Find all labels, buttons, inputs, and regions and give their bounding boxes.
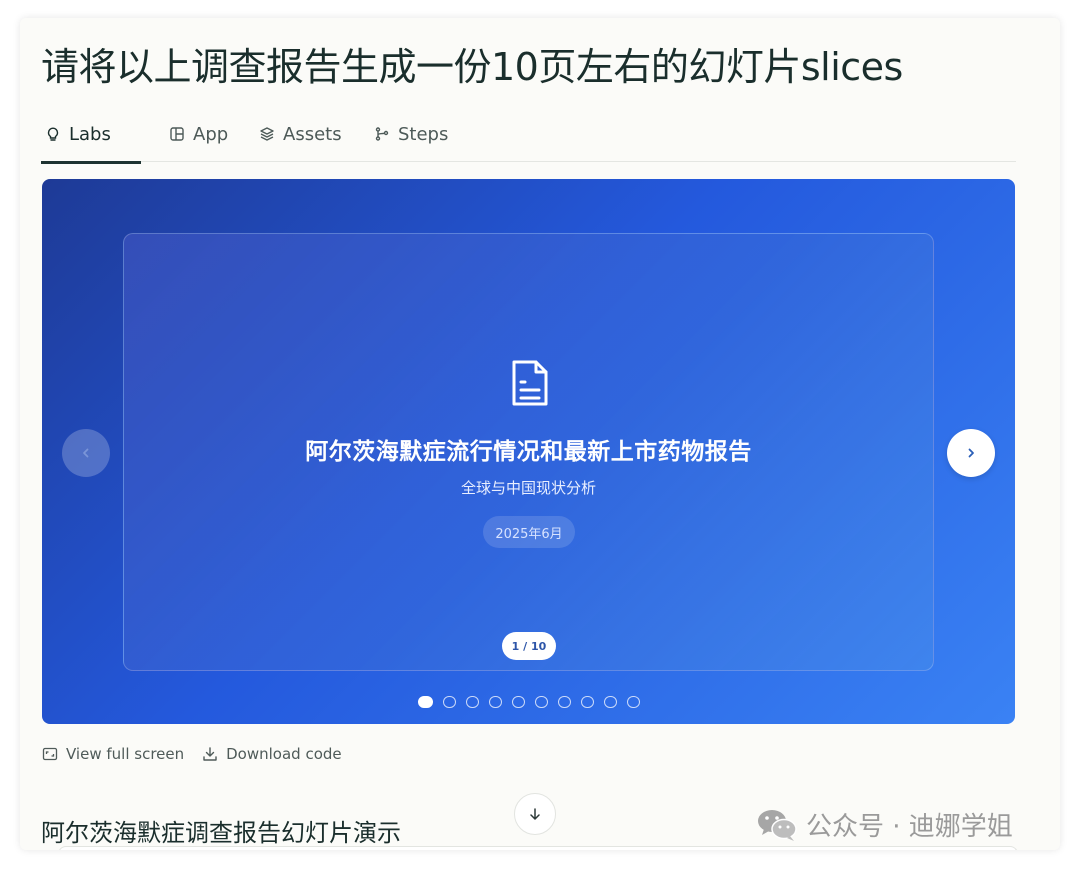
chat-input-edge [58, 846, 1018, 850]
previous-slide-button[interactable] [62, 429, 110, 477]
slide-dot-8[interactable] [581, 696, 594, 708]
slide-date-badge: 2025年6月 [483, 516, 575, 548]
watermark-text: 公众号 · 迪娜学姐 [806, 812, 1013, 842]
tab-labs[interactable]: Labs [41, 114, 141, 164]
main-card: 请将以上调查报告生成一份10页左右的幻灯片slices Labs App Ass… [20, 18, 1060, 850]
tab-assets-label: Assets [283, 123, 342, 145]
app-layout-icon [170, 127, 184, 141]
slide-dot-3[interactable] [466, 696, 479, 708]
slide-dot-6[interactable] [535, 696, 548, 708]
lightbulb-icon [47, 127, 59, 141]
tab-app[interactable]: App [169, 114, 228, 154]
wechat-icon [758, 809, 797, 841]
download-code-label: Download code [226, 745, 342, 763]
slide-dot-4[interactable] [489, 696, 502, 708]
chevron-right-icon [968, 448, 974, 458]
download-icon [203, 747, 217, 761]
slide-title: 阿尔茨海默症流行情况和最新上市药物报告 [305, 439, 752, 465]
watermark: 公众号 · 迪娜学姐 [756, 806, 1013, 843]
slide-dot-10[interactable] [627, 696, 640, 708]
tab-bar: Labs App Assets Steps [41, 106, 1016, 164]
view-full-screen-button[interactable]: View full screen [42, 745, 184, 763]
slide-dot-5[interactable] [512, 696, 525, 708]
tab-assets[interactable]: Assets [259, 114, 342, 154]
download-code-button[interactable]: Download code [202, 745, 342, 763]
fullscreen-icon [42, 747, 58, 761]
active-tab-indicator [41, 161, 141, 164]
slide-dot-7[interactable] [558, 696, 571, 708]
chevron-left-icon [83, 448, 89, 458]
page-indicator: 1 / 10 [502, 632, 556, 660]
tab-steps[interactable]: Steps [374, 114, 448, 154]
slide-dot-9[interactable] [604, 696, 617, 708]
layers-icon [260, 127, 274, 141]
slide-viewer: 阿尔茨海默症流行情况和最新上市药物报告 全球与中国现状分析 2025年6月 1 … [42, 179, 1015, 724]
tab-steps-label: Steps [398, 123, 449, 145]
slide-pagination-dots [418, 696, 640, 708]
next-slide-button[interactable] [947, 429, 995, 477]
tab-labs-label: Labs [69, 123, 111, 145]
scroll-down-button[interactable] [514, 793, 556, 835]
arrow-down-icon [530, 808, 540, 820]
section-heading: 阿尔茨海默症调查报告幻灯片演示 [41, 819, 401, 847]
document-icon [512, 360, 548, 406]
page-title: 请将以上调查报告生成一份10页左右的幻灯片slices [41, 45, 903, 89]
slide-subtitle: 全球与中国现状分析 [460, 479, 596, 497]
tab-app-label: App [193, 123, 229, 145]
slide-frame: 阿尔茨海默症流行情况和最新上市药物报告 全球与中国现状分析 2025年6月 1 … [123, 233, 934, 671]
viewer-actions: View full screen Download code [42, 742, 342, 766]
slide-dot-1[interactable] [418, 696, 433, 708]
git-branch-icon [375, 127, 389, 141]
slide-dot-2[interactable] [443, 696, 456, 708]
view-full-screen-label: View full screen [66, 745, 185, 763]
